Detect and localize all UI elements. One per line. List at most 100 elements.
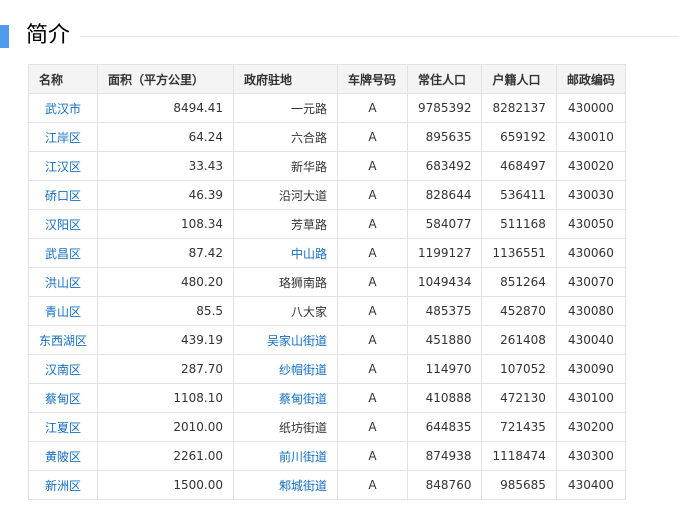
cell-resident-population: 9785392 xyxy=(407,93,483,123)
table-header-row: 名称 面积（平方公里） 政府驻地 车牌号码 常住人口 户籍人口 邮政编码 xyxy=(27,64,626,94)
cell-name: 硚口区 xyxy=(27,180,99,210)
cell-area: 33.43 xyxy=(97,151,235,181)
cell-name: 青山区 xyxy=(27,296,99,326)
district-link[interactable]: 江夏区 xyxy=(45,421,81,435)
cell-plate-text: A xyxy=(368,333,377,347)
district-link[interactable]: 青山区 xyxy=(45,305,81,319)
cell-government-seat: 沿河大道 xyxy=(233,180,339,210)
cell-government-seat-text: 一元路 xyxy=(291,101,328,116)
cell-registered-population-text: 468497 xyxy=(500,159,546,173)
cell-area: 1108.10 xyxy=(97,383,235,413)
cell-plate: A xyxy=(337,151,409,181)
cell-postal-code: 430030 xyxy=(555,180,626,210)
district-link[interactable]: 黄陂区 xyxy=(45,450,81,464)
cell-government-seat: 六合路 xyxy=(233,122,339,152)
table-row: 汉南区 287.70 纱帽街道 A 114970 107052 430090 xyxy=(27,354,626,384)
table-row: 武汉市 8494.41 一元路 A 9785392 8282137 430000 xyxy=(27,93,626,123)
cell-plate-text: A xyxy=(368,275,377,289)
cell-registered-population: 261408 xyxy=(481,325,557,355)
cell-plate: A xyxy=(337,354,409,384)
cell-postal-code-text: 430040 xyxy=(568,333,614,347)
cell-government-seat: 蔡甸街道 xyxy=(233,383,339,413)
cell-area: 2010.00 xyxy=(97,412,235,442)
cell-registered-population: 985685 xyxy=(481,470,557,500)
table-row: 新洲区 1500.00 邾城街道 A 848760 985685 430400 xyxy=(27,470,626,500)
district-link[interactable]: 汉阳区 xyxy=(45,218,81,232)
government-seat-link[interactable]: 蔡甸街道 xyxy=(279,392,327,406)
header-postal-code: 邮政编码 xyxy=(555,64,626,94)
table-row: 硚口区 46.39 沿河大道 A 828644 536411 430030 xyxy=(27,180,626,210)
cell-name: 江岸区 xyxy=(27,122,99,152)
government-seat-link[interactable]: 吴家山街道 xyxy=(267,334,327,348)
section-divider xyxy=(80,36,679,37)
district-link[interactable]: 汉南区 xyxy=(45,363,81,377)
cell-plate-text: A xyxy=(368,304,377,318)
section-title: 简介 xyxy=(26,23,71,48)
cell-plate-text: A xyxy=(368,362,377,376)
cell-registered-population-text: 851264 xyxy=(500,275,546,289)
district-link[interactable]: 江汉区 xyxy=(45,160,81,174)
cell-area: 287.70 xyxy=(97,354,235,384)
district-link[interactable]: 江岸区 xyxy=(45,131,81,145)
cell-postal-code: 430060 xyxy=(555,238,626,268)
district-link[interactable]: 硚口区 xyxy=(45,189,81,203)
cell-registered-population-text: 721435 xyxy=(500,420,546,434)
district-link[interactable]: 武汉市 xyxy=(45,102,81,116)
government-seat-link[interactable]: 邾城街道 xyxy=(279,479,327,493)
header-area: 面积（平方公里） xyxy=(97,64,235,94)
cell-registered-population: 1118474 xyxy=(481,441,557,471)
cell-postal-code-text: 430030 xyxy=(568,188,614,202)
cell-area: 85.5 xyxy=(97,296,235,326)
header-government-seat: 政府驻地 xyxy=(233,64,339,94)
cell-resident-population: 895635 xyxy=(407,122,483,152)
district-table: 名称 面积（平方公里） 政府驻地 车牌号码 常住人口 户籍人口 邮政编码 武汉市… xyxy=(27,64,626,500)
cell-resident-population-text: 644835 xyxy=(425,420,472,434)
cell-resident-population-text: 9785392 xyxy=(418,101,472,115)
district-link[interactable]: 蔡甸区 xyxy=(45,392,81,406)
cell-postal-code: 430050 xyxy=(555,209,626,239)
cell-postal-code: 430000 xyxy=(555,93,626,123)
district-link[interactable]: 洪山区 xyxy=(45,276,81,290)
government-seat-link[interactable]: 中山路 xyxy=(291,247,327,261)
cell-plate: A xyxy=(337,412,409,442)
cell-resident-population-text: 895635 xyxy=(425,130,472,144)
table-row: 江汉区 33.43 新华路 A 683492 468497 430020 xyxy=(27,151,626,181)
header-registered-population: 户籍人口 xyxy=(481,64,557,94)
cell-name: 新洲区 xyxy=(27,470,99,500)
cell-area: 46.39 xyxy=(97,180,235,210)
cell-registered-population-text: 107052 xyxy=(500,362,546,376)
government-seat-link[interactable]: 前川街道 xyxy=(279,450,327,464)
cell-plate: A xyxy=(337,238,409,268)
table-row: 蔡甸区 1108.10 蔡甸街道 A 410888 472130 430100 xyxy=(27,383,626,413)
cell-registered-population: 721435 xyxy=(481,412,557,442)
government-seat-link[interactable]: 纱帽街道 xyxy=(279,363,327,377)
cell-government-seat-text: 六合路 xyxy=(291,130,328,145)
cell-registered-population: 472130 xyxy=(481,383,557,413)
cell-resident-population: 584077 xyxy=(407,209,483,239)
cell-registered-population-text: 511168 xyxy=(500,217,546,231)
cell-government-seat-text: 沿河大道 xyxy=(279,188,328,203)
cell-area-text: 87.42 xyxy=(188,246,224,260)
cell-resident-population-text: 485375 xyxy=(425,304,472,318)
cell-name: 江汉区 xyxy=(27,151,99,181)
cell-area-text: 85.5 xyxy=(196,304,224,318)
cell-government-seat: 新华路 xyxy=(233,151,339,181)
cell-government-seat: 八大家 xyxy=(233,296,339,326)
cell-government-seat: 芳草路 xyxy=(233,209,339,239)
cell-plate: A xyxy=(337,470,409,500)
district-link[interactable]: 武昌区 xyxy=(45,247,81,261)
cell-resident-population-text: 848760 xyxy=(425,478,472,492)
cell-registered-population: 8282137 xyxy=(481,93,557,123)
cell-government-seat: 邾城街道 xyxy=(233,470,339,500)
cell-area: 108.34 xyxy=(97,209,235,239)
district-link[interactable]: 新洲区 xyxy=(45,479,81,493)
cell-plate-text: A xyxy=(368,130,377,144)
cell-plate: A xyxy=(337,93,409,123)
cell-registered-population-text: 472130 xyxy=(500,391,546,405)
cell-postal-code-text: 430050 xyxy=(568,217,614,231)
cell-resident-population-text: 114970 xyxy=(425,362,472,376)
district-link[interactable]: 东西湖区 xyxy=(39,334,87,348)
cell-name: 东西湖区 xyxy=(27,325,99,355)
cell-registered-population: 536411 xyxy=(481,180,557,210)
cell-postal-code-text: 430070 xyxy=(568,275,614,289)
